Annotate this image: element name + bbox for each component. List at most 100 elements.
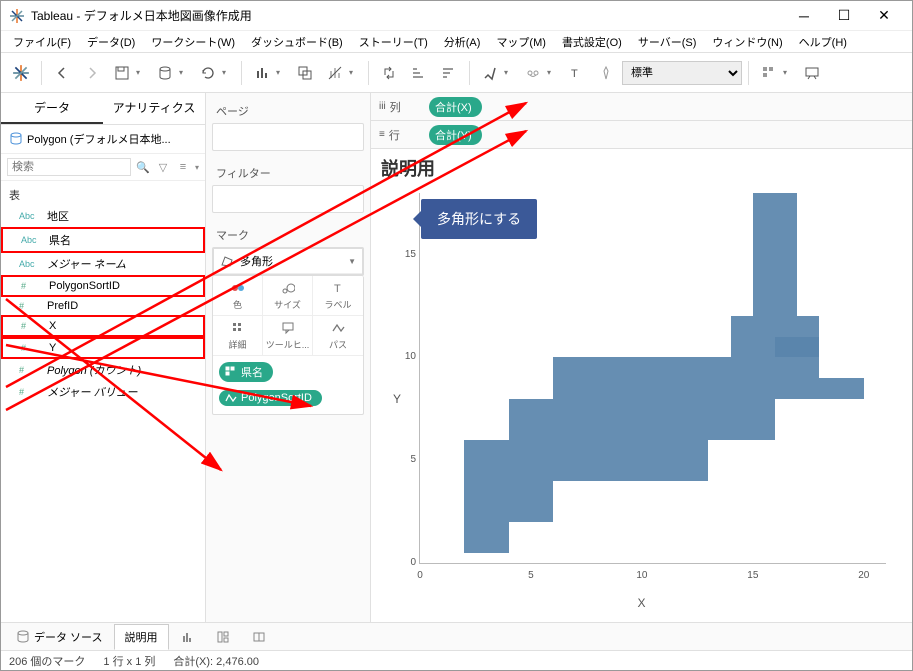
marks-detail[interactable]: 詳細 (213, 316, 263, 356)
map-tile[interactable] (509, 399, 553, 440)
tab-analytics[interactable]: アナリティクス (103, 93, 205, 124)
map-tile[interactable] (553, 357, 597, 398)
field-メジャー バリュー[interactable]: #メジャー バリュー (1, 381, 205, 403)
tableau-home-icon[interactable] (7, 59, 35, 87)
field-PolygonSortID[interactable]: #PolygonSortID (1, 275, 205, 297)
map-tile[interactable] (464, 440, 508, 481)
show-me-button[interactable] (755, 59, 783, 87)
map-tile[interactable] (753, 275, 797, 316)
sort-desc-button[interactable] (435, 59, 463, 87)
menu-analysis[interactable]: 分析(A) (436, 32, 489, 52)
menu-file[interactable]: ファイル(F) (5, 32, 79, 52)
pin-button[interactable] (592, 59, 620, 87)
field-Polygon (カウント)[interactable]: #Polygon (カウント) (1, 359, 205, 381)
marks-label[interactable]: Tラベル (313, 276, 363, 316)
new-sheet-button[interactable] (169, 625, 205, 649)
menu-window[interactable]: ウィンドウ(N) (704, 32, 790, 52)
map-tile[interactable] (664, 440, 708, 481)
new-data-button[interactable] (151, 59, 179, 87)
search-icon[interactable]: 🔍 (135, 159, 151, 175)
menu-dashboard[interactable]: ダッシュボード(B) (243, 32, 351, 52)
field-メジャー ネーム[interactable]: Abcメジャー ネーム (1, 253, 205, 275)
highlight-button[interactable] (476, 59, 504, 87)
y-tick: 10 (390, 351, 416, 362)
map-tile[interactable] (642, 357, 686, 398)
field-県名[interactable]: Abc県名 (1, 227, 205, 253)
pill-kenmei[interactable]: 県名 (219, 362, 273, 382)
map-tile[interactable] (731, 357, 775, 398)
mark-type-select[interactable]: 多角形 ▼ (214, 249, 362, 274)
view-icon[interactable]: ≡ (175, 159, 191, 175)
pill-sum-x: 合計(X) (429, 97, 482, 117)
marks-tooltip[interactable]: ツールヒ... (263, 316, 313, 356)
map-tile[interactable] (553, 399, 597, 440)
clear-button[interactable] (321, 59, 349, 87)
marks-size[interactable]: サイズ (263, 276, 313, 316)
tab-data[interactable]: データ (1, 93, 103, 124)
presentation-button[interactable] (798, 59, 826, 87)
field-地区[interactable]: Abc地区 (1, 205, 205, 227)
marks-path[interactable]: パス (313, 316, 363, 356)
map-tile[interactable] (686, 399, 730, 440)
map-tile[interactable] (464, 522, 508, 553)
sheet-tabs: データ ソース 説明用 (1, 622, 912, 650)
map-tile[interactable] (553, 440, 597, 481)
map-tile[interactable] (686, 357, 730, 398)
tableau-logo-icon (9, 8, 25, 24)
sort-asc-button[interactable] (405, 59, 433, 87)
datasource-row[interactable]: Polygon (デフォルメ日本地... (1, 125, 205, 154)
filters-shelf[interactable] (212, 185, 364, 213)
map-tile[interactable] (509, 440, 553, 481)
string-type-icon: Abc (21, 235, 43, 245)
menu-worksheet[interactable]: ワークシート(W) (143, 32, 243, 52)
rows-shelf[interactable]: 合計(Y) (421, 119, 912, 151)
tab-data-source[interactable]: データ ソース (5, 624, 114, 650)
marks-color[interactable]: 色 (213, 276, 263, 316)
text-button[interactable]: T (562, 59, 590, 87)
sheet-title[interactable]: 説明用 (373, 151, 910, 185)
map-tile[interactable] (598, 357, 642, 398)
status-sum: 合計(X): 2,476.00 (173, 653, 259, 669)
map-tile[interactable] (598, 440, 665, 481)
chart[interactable]: Y X 05101505101520 (379, 183, 904, 614)
map-tile[interactable] (642, 399, 686, 440)
map-tile[interactable] (753, 193, 797, 275)
refresh-button[interactable] (194, 59, 222, 87)
field-PrefID[interactable]: #PrefID (1, 297, 205, 315)
field-Y[interactable]: #Y (1, 337, 205, 359)
pages-shelf[interactable] (212, 123, 364, 151)
forward-button[interactable] (78, 59, 106, 87)
back-button[interactable] (48, 59, 76, 87)
menu-map[interactable]: マップ(M) (488, 32, 554, 52)
save-button[interactable] (108, 59, 136, 87)
map-tile[interactable] (775, 337, 819, 399)
new-dashboard-button[interactable] (205, 625, 241, 649)
new-worksheet-button[interactable] (248, 59, 276, 87)
fit-select[interactable]: 標準 (622, 61, 742, 85)
field-X[interactable]: #X (1, 315, 205, 337)
minimize-button[interactable]: ─ (784, 2, 824, 30)
y-axis-label: Y (393, 392, 401, 406)
menu-server[interactable]: サーバー(S) (630, 32, 705, 52)
menu-help[interactable]: ヘルプ(H) (791, 32, 855, 52)
map-tile[interactable] (731, 316, 775, 357)
data-panel: データ アナリティクス Polygon (デフォルメ日本地... 🔍 ▽ ≡▾ … (1, 93, 206, 622)
map-tile[interactable] (731, 399, 775, 440)
group-button[interactable] (519, 59, 547, 87)
map-tile[interactable] (598, 399, 642, 440)
filter-icon[interactable]: ▽ (155, 159, 171, 175)
tab-sheet-1[interactable]: 説明用 (114, 624, 169, 650)
map-tile[interactable] (509, 481, 553, 522)
new-story-button[interactable] (241, 625, 277, 649)
swap-button[interactable] (375, 59, 403, 87)
pill-polygonsortid[interactable]: PolygonSortID (219, 390, 322, 406)
menu-story[interactable]: ストーリー(T) (351, 32, 436, 52)
menu-format[interactable]: 書式設定(O) (554, 32, 630, 52)
duplicate-button[interactable] (291, 59, 319, 87)
search-input[interactable] (7, 158, 131, 176)
maximize-button[interactable]: ☐ (824, 2, 864, 30)
menu-data[interactable]: データ(D) (79, 32, 143, 52)
map-tile[interactable] (819, 378, 863, 399)
close-button[interactable]: ✕ (864, 2, 904, 30)
map-tile[interactable] (464, 481, 508, 522)
